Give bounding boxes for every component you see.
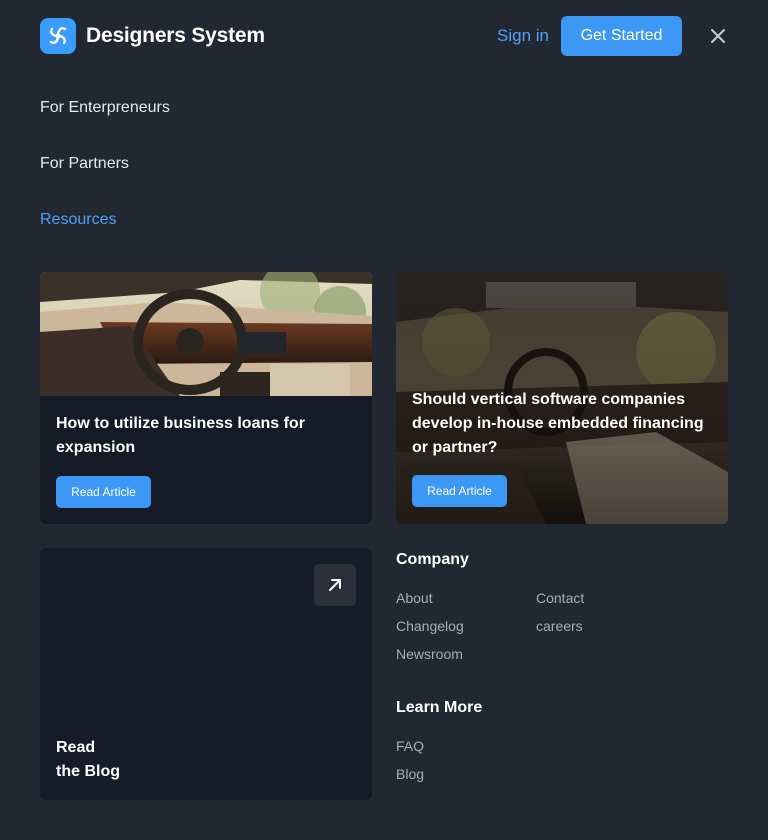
article-title[interactable]: How to utilize business loans for expans…: [56, 412, 356, 460]
newsroom-link[interactable]: Newsroom: [396, 646, 463, 662]
arrow-up-right-icon[interactable]: [314, 564, 356, 606]
read-article-button[interactable]: Read Article: [412, 475, 507, 507]
brand-name: Designers System: [86, 24, 265, 47]
nav-item-resources[interactable]: Resources: [40, 208, 170, 232]
blog-heading: Read the Blog: [56, 736, 120, 784]
article-card[interactable]: How to utilize business loans for expans…: [40, 272, 372, 524]
menu-nav: For Enterpreneurs For Partners Resources: [40, 96, 170, 264]
changelog-link[interactable]: Changelog: [396, 618, 464, 634]
car-interior-image: [40, 272, 372, 396]
blog-heading-line2: the Blog: [56, 763, 120, 780]
blog-card[interactable]: Read the Blog: [40, 548, 372, 800]
article-title[interactable]: Should vertical software companies devel…: [412, 388, 720, 460]
blog-heading-line1: Read: [56, 739, 96, 756]
header: Designers System Sign in Get Started: [40, 16, 728, 56]
read-article-button[interactable]: Read Article: [56, 476, 151, 508]
learn-more-heading: Learn More: [396, 699, 483, 716]
article-card-featured[interactable]: Should vertical software companies devel…: [396, 272, 728, 524]
logo-icon[interactable]: [40, 18, 76, 54]
contact-link[interactable]: Contact: [536, 590, 584, 606]
nav-item-enterpreneurs[interactable]: For Enterpreneurs: [40, 96, 170, 120]
header-actions: Sign in Get Started: [497, 16, 728, 56]
get-started-button[interactable]: Get Started: [561, 16, 682, 56]
about-link[interactable]: About: [396, 590, 433, 606]
faq-link[interactable]: FAQ: [396, 738, 424, 754]
careers-link[interactable]: careers: [536, 618, 583, 634]
sign-in-link[interactable]: Sign in: [497, 26, 549, 46]
close-icon[interactable]: [708, 26, 728, 46]
nav-item-partners[interactable]: For Partners: [40, 152, 170, 176]
company-heading: Company: [396, 551, 469, 568]
blog-link[interactable]: Blog: [396, 766, 424, 782]
